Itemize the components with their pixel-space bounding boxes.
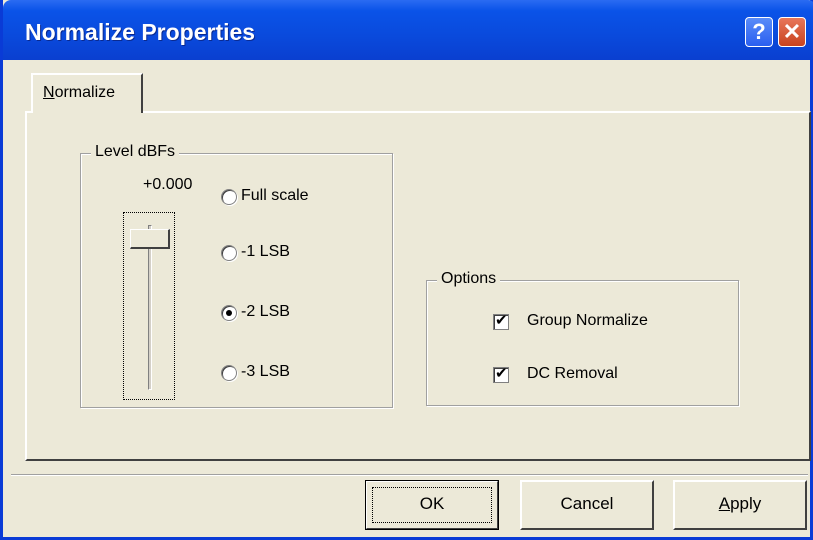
slider-track: [148, 225, 152, 390]
radio-label: -3 LSB: [241, 363, 290, 380]
options-group-label: Options: [437, 270, 501, 288]
close-icon: ✕: [782, 19, 802, 44]
level-value: +0.000: [143, 176, 193, 193]
focus-rect: [372, 487, 492, 523]
check-icon: ✔: [495, 365, 508, 382]
checkbox-label: DC Removal: [527, 365, 618, 382]
apply-button[interactable]: Apply: [673, 480, 807, 530]
checkbox-label: Group Normalize: [527, 312, 648, 329]
radio-circle[interactable]: [221, 189, 237, 205]
check-icon: ✔: [495, 312, 508, 329]
ok-button[interactable]: OK: [365, 480, 499, 530]
title-bar[interactable]: Normalize Properties ? ✕: [3, 0, 813, 60]
level-slider[interactable]: [123, 212, 175, 400]
level-dbfs-group-label: Level dBFs: [91, 143, 180, 161]
radio-label: -2 LSB: [241, 303, 290, 320]
slider-thumb[interactable]: [130, 229, 170, 249]
help-button[interactable]: ?: [745, 17, 773, 47]
checkbox-box[interactable]: ✔: [493, 365, 509, 383]
options-group: Options: [426, 270, 739, 406]
radio-label: Full scale: [241, 187, 309, 204]
apply-button-label: Apply: [718, 494, 762, 513]
cancel-button-label: Cancel: [560, 494, 614, 513]
dialog-window: Normalize Properties ? ✕ Normalize Level…: [0, 0, 813, 540]
radio-circle[interactable]: [221, 245, 237, 261]
tab-normalize[interactable]: Normalize: [31, 73, 143, 113]
radio-circle-selected[interactable]: [221, 305, 237, 321]
window-title: Normalize Properties: [25, 19, 256, 45]
question-icon: ?: [752, 19, 766, 44]
button-separator: [11, 474, 808, 476]
cancel-button[interactable]: Cancel: [520, 480, 654, 530]
tab-normalize-label: Normalize: [43, 84, 116, 101]
checkbox-box[interactable]: ✔: [493, 312, 509, 330]
radio-circle[interactable]: [221, 365, 237, 381]
close-button[interactable]: ✕: [778, 17, 806, 47]
radio-label: -1 LSB: [241, 243, 290, 260]
